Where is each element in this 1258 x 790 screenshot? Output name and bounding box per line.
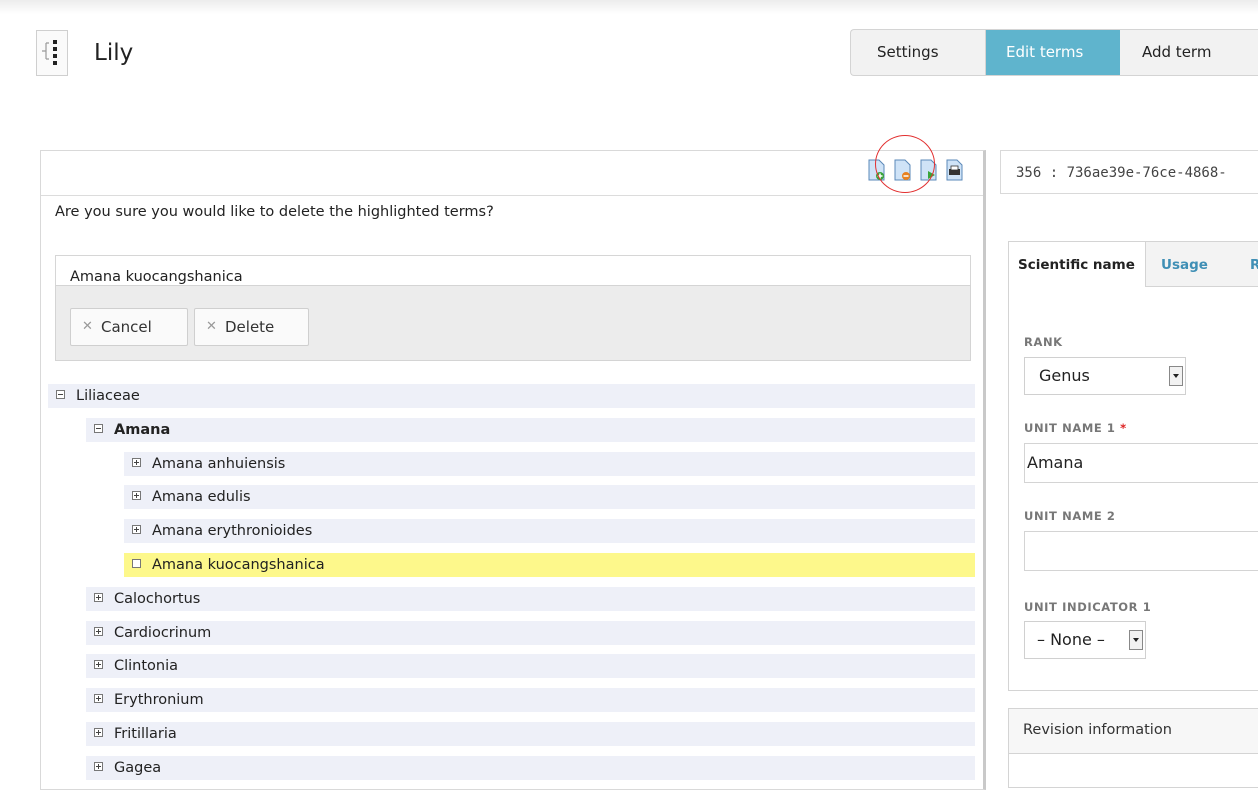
expand-icon[interactable] — [94, 627, 103, 636]
chevron-down-icon — [1129, 630, 1143, 650]
tab-add-term[interactable]: Add term — [1120, 30, 1258, 75]
tab-usage[interactable]: Usage — [1161, 242, 1208, 286]
delete-button[interactable]: ✕ Delete — [194, 308, 309, 346]
cancel-label: Cancel — [101, 318, 152, 336]
unit-name-1-input[interactable]: Amana — [1024, 443, 1258, 483]
tree-row-label: Calochortus — [114, 591, 201, 607]
annotation-circle — [875, 135, 935, 193]
tree-row[interactable]: Amana — [86, 418, 975, 442]
tree-row[interactable]: Cardiocrinum — [86, 621, 975, 645]
editor-tabs: Scientific name Usage R — [1009, 242, 1258, 287]
rank-select[interactable]: Genus — [1024, 357, 1186, 395]
top-shade — [0, 0, 1258, 14]
tab-r[interactable]: R — [1250, 242, 1258, 286]
collapse-icon[interactable] — [56, 390, 65, 399]
print-icon[interactable] — [945, 159, 964, 181]
expand-icon[interactable] — [94, 660, 103, 669]
tree-row-label: Amana erythronioides — [152, 523, 313, 539]
expand-icon[interactable] — [94, 593, 103, 602]
expand-icon[interactable] — [94, 762, 103, 771]
expand-icon[interactable] — [132, 525, 141, 534]
expand-icon[interactable] — [132, 491, 141, 500]
expand-icon[interactable] — [94, 694, 103, 703]
leaf-checkbox-icon[interactable] — [132, 559, 141, 568]
unit-indicator-1-select[interactable]: – None – — [1024, 621, 1146, 659]
unit-name-1-label: UNIT NAME 1 * — [1024, 421, 1127, 435]
delete-confirm-message: Are you sure you would like to delete th… — [55, 204, 494, 220]
tree-row[interactable]: Fritillaria — [86, 722, 975, 746]
tree-row[interactable]: Gagea — [86, 756, 975, 780]
tree-row-label: Amana edulis — [152, 489, 251, 505]
tree-row-label: Amana kuocangshanica — [152, 557, 325, 573]
unit-name-2-input[interactable] — [1024, 531, 1258, 571]
expand-icon[interactable] — [132, 458, 141, 467]
rank-value: Genus — [1039, 366, 1090, 385]
rank-label: RANK — [1024, 335, 1063, 349]
collapse-icon[interactable] — [94, 424, 103, 433]
tree-row[interactable]: Amana edulis — [124, 485, 975, 509]
vocabulary-title: Lily — [94, 40, 134, 66]
unit-name-2-label: UNIT NAME 2 — [1024, 509, 1116, 523]
tree-row-label: Amana — [114, 422, 171, 438]
revision-information-panel: Revision information — [1008, 708, 1258, 788]
term-id: 356 : 736ae39e-76ce-4868- — [1000, 150, 1258, 194]
vocabulary-logo-icon — [36, 30, 68, 76]
unit-name-1-label-text: UNIT NAME 1 — [1024, 421, 1116, 435]
confirm-actions: ✕ Cancel ✕ Delete — [55, 285, 971, 361]
tree-row-label: Gagea — [114, 760, 162, 776]
tree-row[interactable]: Amana kuocangshanica — [124, 553, 975, 577]
close-icon: ✕ — [206, 319, 217, 334]
tree-row[interactable]: Amana erythronioides — [124, 519, 975, 543]
tree-row[interactable]: Calochortus — [86, 587, 975, 611]
tree-toolbar — [41, 135, 983, 196]
unit-indicator-1-label: UNIT INDICATOR 1 — [1024, 600, 1152, 614]
tree-row[interactable]: Amana anhuiensis — [124, 452, 975, 476]
tree-row-label: Erythronium — [114, 692, 204, 708]
tree-row-label: Clintonia — [114, 658, 179, 674]
primary-tabs: Settings Edit terms Add term — [850, 29, 1258, 76]
revision-information-title[interactable]: Revision information — [1009, 709, 1258, 754]
delete-label: Delete — [225, 318, 275, 336]
tree-row[interactable]: Clintonia — [86, 654, 975, 678]
unit-indicator-1-value: – None – — [1037, 630, 1105, 649]
required-mark: * — [1120, 421, 1127, 435]
expand-icon[interactable] — [94, 728, 103, 737]
tree-row-label: Liliaceae — [76, 388, 140, 404]
cancel-button[interactable]: ✕ Cancel — [70, 308, 188, 346]
tree-row-label: Cardiocrinum — [114, 625, 212, 641]
tree-row-label: Fritillaria — [114, 726, 177, 742]
tab-edit-terms[interactable]: Edit terms — [986, 30, 1120, 75]
tree-row[interactable]: Erythronium — [86, 688, 975, 712]
tab-scientific-name[interactable]: Scientific name — [1009, 242, 1146, 287]
close-icon: ✕ — [82, 319, 93, 334]
tree-row-label: Amana anhuiensis — [152, 456, 286, 472]
chevron-down-icon — [1169, 366, 1183, 386]
tree-row[interactable]: Liliaceae — [48, 384, 975, 408]
tab-settings[interactable]: Settings — [851, 30, 986, 75]
